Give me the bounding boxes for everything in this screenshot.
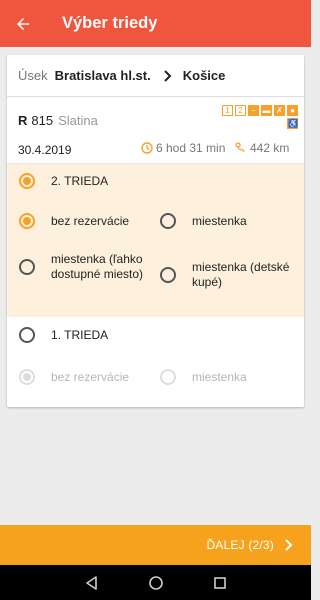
second-class-icon: 2 — [235, 105, 246, 116]
dining-icon: ✗ — [274, 105, 285, 116]
chevron-right-icon — [284, 539, 293, 551]
option-label: bez rezervácie — [51, 369, 130, 384]
option-first-seat-reservation: miestenka — [160, 369, 247, 385]
arrow-left-icon — [17, 17, 29, 30]
couchette-icon: ⎯ — [248, 105, 259, 116]
back-button[interactable] — [0, 0, 46, 47]
bed-icon: ▬ — [261, 105, 272, 116]
chevron-right-icon — [163, 69, 173, 82]
option-first-no-reservation: bez rezervácie — [19, 369, 129, 385]
app-bar: Výber triedy — [0, 0, 311, 47]
train-type: R — [18, 113, 28, 128]
radio-first-class[interactable] — [19, 326, 35, 343]
option-family-compartment[interactable]: miestenka (detské kupé) — [160, 260, 300, 290]
radio-no-reservation[interactable] — [19, 213, 35, 229]
option-label: miestenka (ľahko dostupné miesto) — [51, 252, 144, 281]
option-label: miestenka — [192, 213, 247, 228]
radio-seat-reservation[interactable] — [160, 213, 176, 229]
radio-first-no-reservation — [19, 369, 35, 385]
bicycle-icon: ● — [287, 105, 298, 116]
option-label: miestenka — [192, 369, 247, 384]
class-option-second[interactable]: 2. TRIEDA — [7, 164, 304, 197]
page-title: Výber triedy — [62, 14, 158, 32]
next-label: ĎALEJ (2/3) — [206, 538, 274, 552]
option-no-reservation[interactable]: bez rezervácie — [19, 213, 129, 229]
back-icon[interactable] — [84, 575, 100, 591]
radio-accessible-seat[interactable] — [19, 259, 35, 275]
amenities-icons: 1 2 ⎯ ▬ ✗ ● ♿ — [222, 105, 298, 129]
route-label: Úsek — [18, 68, 48, 83]
class-label-first: 1. TRIEDA — [51, 327, 109, 342]
wheelchair-icon: ♿ — [287, 118, 298, 129]
train-name: Slatina — [58, 113, 98, 128]
duration: 6 hod 31 min — [141, 141, 225, 155]
option-seat-reservation[interactable]: miestenka — [160, 213, 247, 229]
option-label: bez rezervácie — [51, 213, 130, 228]
train-number: 815 — [31, 113, 54, 128]
travel-date: 30.4.2019 — [18, 143, 72, 157]
duration-text: 6 hod 31 min — [156, 141, 226, 155]
option-accessible-seat[interactable]: miestenka (ľahko dostupné miesto) — [19, 252, 159, 282]
route-to: Košice — [182, 68, 226, 83]
radio-second-class[interactable] — [19, 172, 35, 189]
route-distance-icon — [235, 142, 245, 153]
train-info: R 815 Slatina — [18, 113, 98, 128]
class-label-second: 2. TRIEDA — [51, 173, 109, 188]
radio-family-compartment[interactable] — [160, 267, 176, 283]
class-selection-card: Úsek Bratislava hl.st. Košice R 815 Slat… — [7, 55, 304, 407]
recents-icon[interactable] — [213, 576, 227, 590]
clock-icon — [141, 142, 153, 154]
route-row: Úsek Bratislava hl.st. Košice — [7, 55, 304, 97]
next-button[interactable]: ĎALEJ (2/3) — [0, 525, 311, 565]
class-option-first[interactable]: 1. TRIEDA — [7, 318, 304, 351]
system-nav-bar — [0, 565, 311, 600]
route-from: Bratislava hl.st. — [54, 68, 151, 83]
first-class-icon: 1 — [222, 105, 233, 116]
option-label: miestenka (detské kupé) — [192, 260, 290, 289]
distance-text: 442 km — [250, 141, 290, 155]
distance: 442 km — [235, 141, 289, 155]
home-icon[interactable] — [148, 575, 164, 591]
radio-first-seat-reservation — [160, 369, 176, 385]
